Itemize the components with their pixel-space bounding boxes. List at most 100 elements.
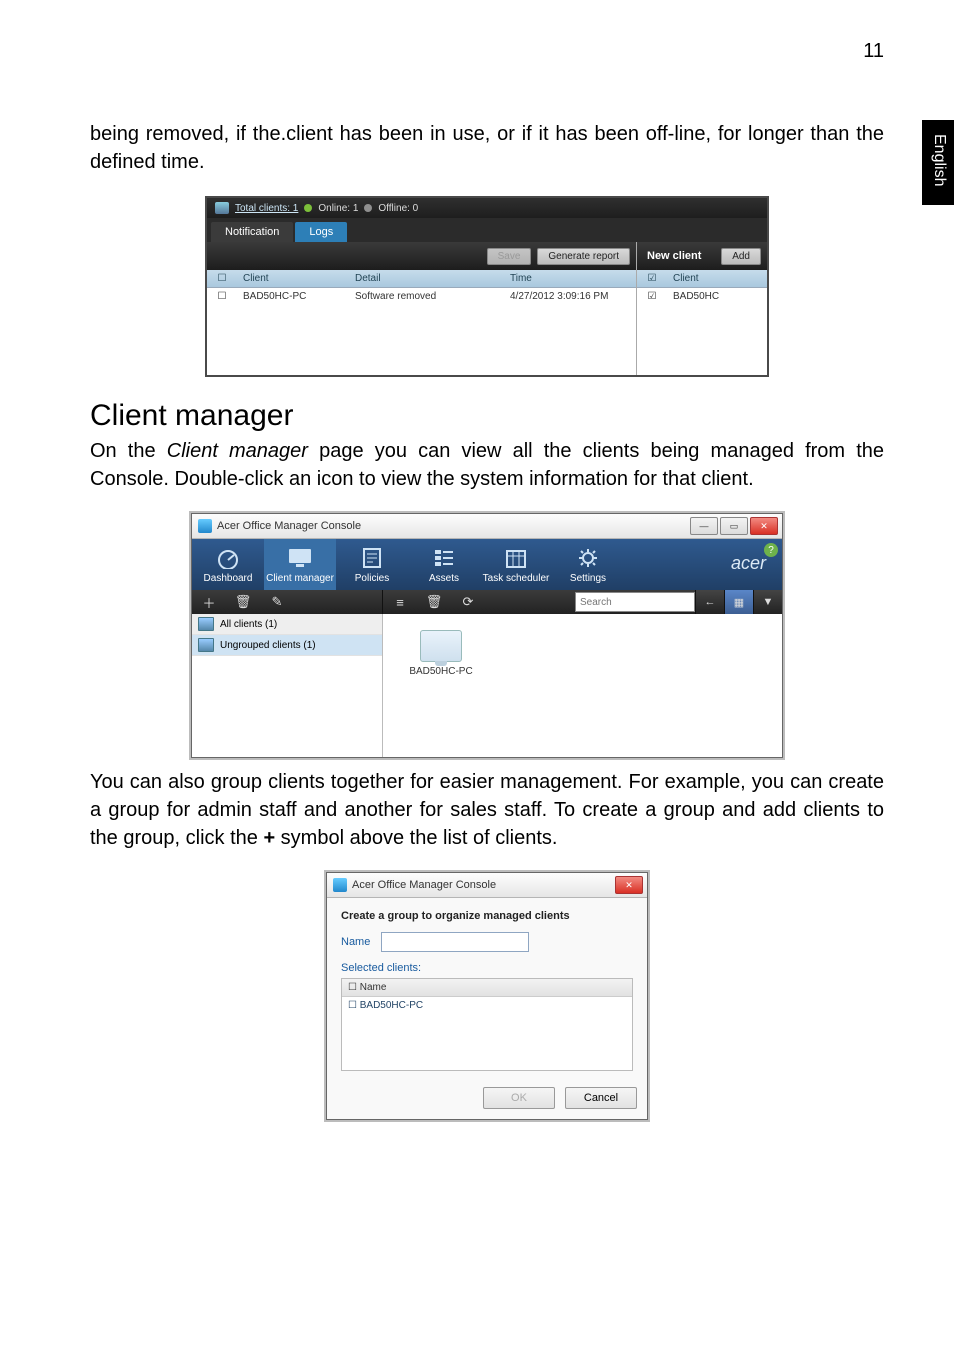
calendar-icon: [480, 545, 552, 571]
paragraph-intro: being removed, if the.client has been in…: [90, 120, 884, 176]
dialog-title: Acer Office Manager Console: [352, 879, 496, 891]
newclient-header-checkbox[interactable]: ☑: [637, 270, 667, 287]
add-group-button[interactable]: ＋: [192, 590, 226, 614]
header-detail: Detail: [349, 270, 504, 287]
new-client-label: New client: [647, 250, 701, 262]
nav-assets[interactable]: Assets: [408, 539, 480, 590]
logs-panel-screenshot: Total clients: 1 Online: 1 Offline: 0 No…: [205, 196, 769, 377]
grid-view-button[interactable]: ▦: [724, 590, 753, 614]
name-label: Name: [341, 936, 370, 948]
table-row[interactable]: ☐ BAD50HC-PC Software removed 4/27/2012 …: [207, 288, 636, 305]
app-icon: [333, 878, 347, 892]
gauge-icon: [192, 545, 264, 571]
monitor-icon: [215, 202, 229, 214]
newclient-header-label: Client: [667, 270, 767, 287]
view-dropdown[interactable]: ▼: [753, 590, 782, 614]
search-input[interactable]: [575, 592, 695, 612]
nav-client-manager[interactable]: Client manager: [264, 539, 336, 590]
newclient-row-checkbox[interactable]: ☑: [637, 288, 667, 305]
nav-task-scheduler-label: Task scheduler: [480, 573, 552, 584]
delete-client-icon[interactable]: 🗑: [417, 594, 451, 610]
list-item-name: BAD50HC-PC: [360, 1000, 423, 1011]
client-computer-icon: [420, 630, 462, 662]
header-checkbox[interactable]: ☐: [207, 270, 237, 287]
back-button[interactable]: ←: [695, 590, 724, 614]
close-button[interactable]: ✕: [750, 517, 778, 535]
client-toolbar: ＋ 🗑 ✎ ≡ 🗑 ⟳ ← ▦ ▼: [192, 590, 782, 614]
dialog-heading: Create a group to organize managed clien…: [341, 910, 633, 922]
total-clients-text: Total clients: 1: [235, 203, 298, 214]
cancel-button[interactable]: Cancel: [565, 1087, 637, 1109]
offline-text: Offline: 0: [378, 203, 418, 214]
language-tab: English: [922, 120, 954, 205]
sidebar-ungrouped-label: Ungrouped clients (1): [220, 640, 316, 651]
sidebar-all-label: All clients (1): [220, 619, 277, 630]
app-icon: [198, 519, 212, 533]
newclient-row-name: BAD50HC: [667, 288, 767, 305]
logs-table-header: ☐ Client Detail Time: [207, 270, 636, 288]
para2-em: Client manager: [167, 440, 308, 462]
list-view-icon[interactable]: ≡: [383, 595, 417, 610]
header-client: Client: [237, 270, 349, 287]
client-groups-sidebar: All clients (1) Ungrouped clients (1): [192, 614, 383, 757]
monitor-small-icon: [198, 617, 214, 631]
dialog-close-button[interactable]: ✕: [615, 876, 643, 894]
section-heading-client-manager: Client manager: [90, 399, 884, 433]
tab-notification[interactable]: Notification: [211, 222, 293, 242]
help-icon[interactable]: ?: [764, 543, 778, 557]
logs-panel-statusbar: Total clients: 1 Online: 1 Offline: 0: [207, 198, 767, 218]
edit-group-button[interactable]: ✎: [260, 590, 294, 614]
nav-policies-label: Policies: [336, 573, 408, 584]
logs-tabs: Notification Logs: [207, 218, 767, 242]
nav-policies[interactable]: Policies: [336, 539, 408, 590]
maximize-button[interactable]: ▭: [720, 517, 748, 535]
paragraph-grouping: You can also group clients together for …: [90, 768, 884, 852]
main-nav: ? Dashboard Client manager Policies: [192, 539, 782, 590]
group-name-input[interactable]: [381, 932, 529, 952]
nav-task-scheduler[interactable]: Task scheduler: [480, 539, 552, 590]
save-button[interactable]: Save: [487, 248, 532, 265]
nav-settings-label: Settings: [552, 573, 624, 584]
client-card-name: BAD50HC-PC: [401, 666, 481, 677]
generate-report-button[interactable]: Generate report: [537, 248, 630, 265]
sidebar-item-all-clients[interactable]: All clients (1): [192, 614, 382, 635]
nav-client-manager-label: Client manager: [264, 573, 336, 584]
language-tab-label: English: [930, 134, 948, 186]
newclient-header: ☑ Client: [637, 270, 767, 288]
row-detail: Software removed: [349, 288, 504, 305]
listbox-header-checkbox[interactable]: ☐: [348, 982, 360, 993]
online-dot-icon: [304, 204, 312, 212]
monitor-nav-icon: [264, 545, 336, 571]
para3-b: symbol above the list of clients.: [275, 827, 557, 849]
refresh-icon[interactable]: ⟳: [451, 594, 485, 610]
selected-clients-label: Selected clients:: [341, 962, 421, 974]
newclient-row[interactable]: ☑ BAD50HC: [637, 288, 767, 305]
listbox-header: ☐ Name: [342, 979, 632, 997]
add-button[interactable]: Add: [721, 248, 761, 265]
header-time: Time: [504, 270, 636, 287]
ok-button[interactable]: OK: [483, 1087, 555, 1109]
nav-dashboard-label: Dashboard: [192, 573, 264, 584]
row-time: 4/27/2012 3:09:16 PM: [504, 288, 636, 305]
client-grid: BAD50HC-PC: [383, 614, 782, 757]
nav-settings[interactable]: Settings: [552, 539, 624, 590]
clients-listbox: ☐ Name ☐ BAD50HC-PC: [341, 978, 633, 1071]
assets-icon: [408, 545, 480, 571]
sidebar-item-ungrouped[interactable]: Ungrouped clients (1): [192, 635, 382, 656]
nav-dashboard[interactable]: Dashboard: [192, 539, 264, 590]
client-manager-window: Acer Office Manager Console — ▭ ✕ ? Dash…: [191, 513, 783, 758]
create-group-dialog: Acer Office Manager Console ✕ Create a g…: [326, 872, 648, 1120]
client-card[interactable]: BAD50HC-PC: [401, 630, 481, 677]
row-client: BAD50HC-PC: [237, 288, 349, 305]
policies-icon: [336, 545, 408, 571]
gear-icon: [552, 545, 624, 571]
offline-dot-icon: [364, 204, 372, 212]
row-checkbox[interactable]: ☐: [207, 288, 237, 305]
delete-group-button[interactable]: 🗑: [226, 590, 260, 614]
minimize-button[interactable]: —: [690, 517, 718, 535]
tab-logs[interactable]: Logs: [295, 222, 347, 242]
window-titlebar: Acer Office Manager Console — ▭ ✕: [192, 514, 782, 539]
list-item-checkbox[interactable]: ☐: [348, 1000, 360, 1011]
para3-strong: +: [263, 827, 275, 849]
list-item[interactable]: ☐ BAD50HC-PC: [342, 997, 632, 1014]
